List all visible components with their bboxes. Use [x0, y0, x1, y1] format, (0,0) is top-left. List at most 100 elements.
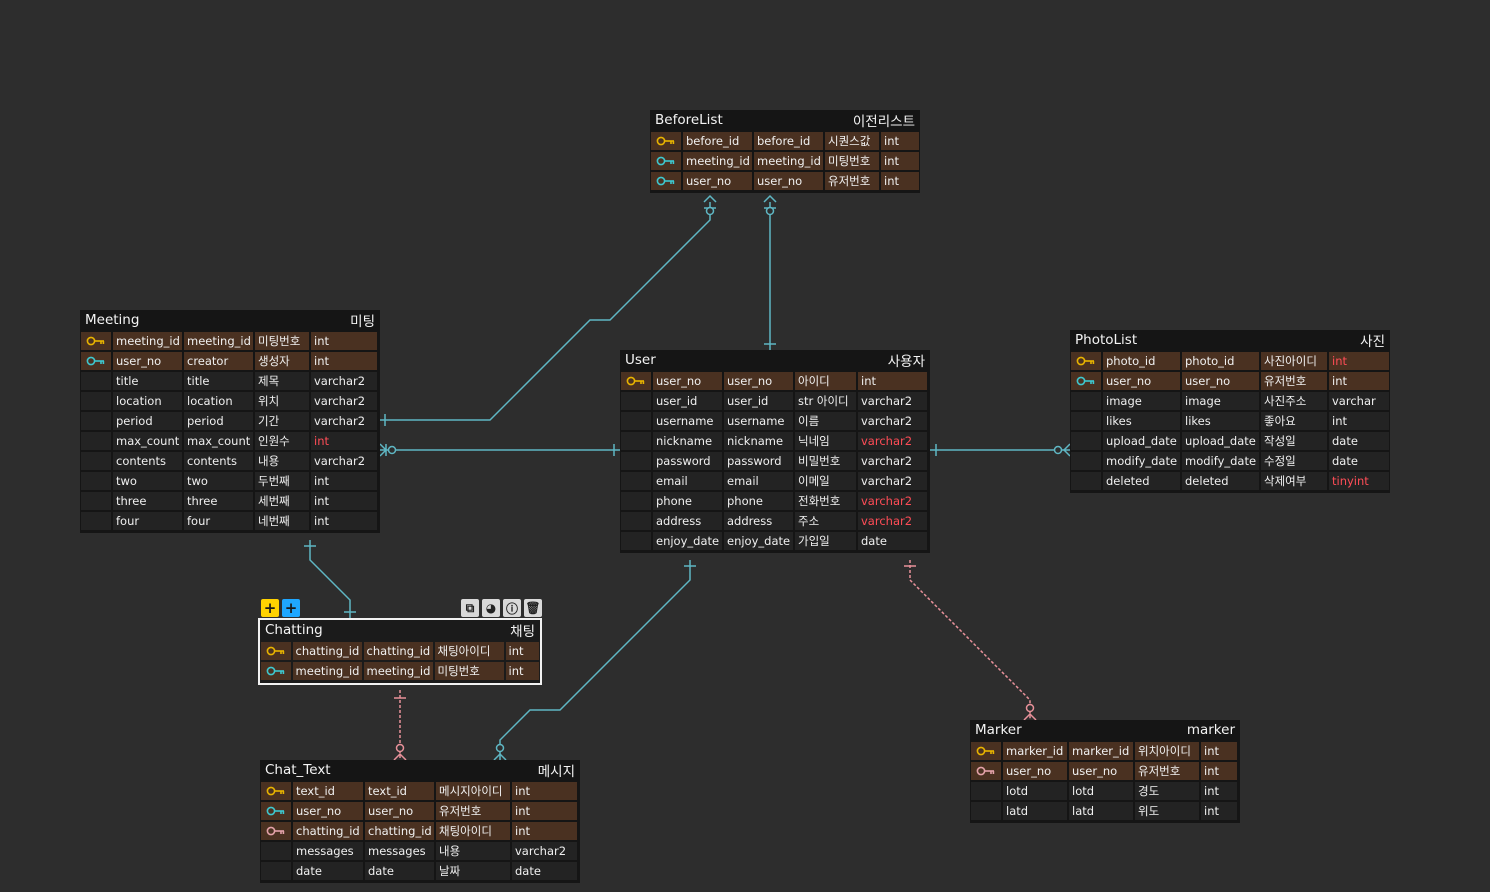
column-logical-name[interactable]: meeting_id — [363, 662, 433, 680]
column-row[interactable]: period period 기간 varchar2 — [81, 412, 379, 430]
column-row[interactable]: two two 두번째 int — [81, 472, 379, 490]
table-comment[interactable]: 미팅 — [350, 310, 375, 330]
column-logical-name[interactable]: chatting_id — [363, 642, 433, 660]
column-name[interactable]: meeting_id — [683, 152, 752, 170]
column-logical-name[interactable]: text_id — [365, 782, 434, 800]
column-logical-name[interactable]: email — [724, 472, 793, 490]
column-row[interactable]: chatting_id chatting_id 채팅아이디 int — [261, 822, 579, 840]
column-comment[interactable]: 사진아이디 — [1261, 352, 1327, 370]
column-comment[interactable]: 날짜 — [436, 862, 510, 880]
table-name[interactable]: PhotoList — [1075, 332, 1137, 348]
column-logical-name[interactable]: user_no — [1182, 372, 1259, 390]
column-logical-name[interactable]: max_count — [184, 432, 253, 450]
column-comment[interactable]: 유저번호 — [436, 802, 510, 820]
table-marker[interactable]: Marker marker marker_id marker_id 위치아이디 int us… — [970, 720, 1240, 823]
column-row[interactable]: deleted deleted 삭제여부 tinyint — [1071, 472, 1389, 490]
column-type[interactable]: int — [311, 432, 377, 450]
column-name[interactable]: username — [653, 412, 722, 430]
table-header[interactable]: BeforeList 이전리스트 — [651, 110, 919, 130]
column-name[interactable]: latd — [1003, 802, 1067, 820]
column-logical-name[interactable]: four — [184, 512, 253, 530]
column-row[interactable]: max_count max_count 인원수 int — [81, 432, 379, 450]
column-comment[interactable]: 닉네임 — [795, 432, 856, 450]
column-logical-name[interactable]: three — [184, 492, 253, 510]
column-logical-name[interactable]: location — [184, 392, 253, 410]
column-name[interactable]: contents — [113, 452, 182, 470]
column-comment[interactable]: 세번째 — [255, 492, 309, 510]
column-name[interactable]: upload_date — [1103, 432, 1180, 450]
column-comment[interactable]: 내용 — [255, 452, 309, 470]
table-meeting[interactable]: Meeting 미팅 meeting_id meeting_id 미팅번호 int user… — [80, 310, 380, 533]
column-comment[interactable]: 유저번호 — [1135, 762, 1199, 780]
column-logical-name[interactable]: user_no — [724, 372, 793, 390]
column-comment[interactable]: 미팅번호 — [434, 662, 504, 680]
add-column-button[interactable]: + — [261, 599, 279, 617]
column-comment[interactable]: 채팅아이디 — [434, 642, 504, 660]
table-comment[interactable]: marker — [1187, 722, 1235, 738]
column-row[interactable]: meeting_id meeting_id 미팅번호 int — [81, 332, 379, 350]
table-comment[interactable]: 이전리스트 — [853, 110, 915, 130]
column-type[interactable]: varchar2 — [858, 472, 927, 490]
column-name[interactable]: user_no — [1003, 762, 1067, 780]
column-logical-name[interactable]: upload_date — [1182, 432, 1259, 450]
column-comment[interactable]: 미팅번호 — [255, 332, 309, 350]
column-row[interactable]: three three 세번째 int — [81, 492, 379, 510]
column-type[interactable]: int — [311, 332, 377, 350]
column-name[interactable]: marker_id — [1003, 742, 1067, 760]
column-type[interactable]: varchar2 — [858, 392, 927, 410]
column-logical-name[interactable]: modify_date — [1182, 452, 1259, 470]
table-header[interactable]: Chat_Text 메시지 — [261, 760, 579, 780]
column-type[interactable]: varchar2 — [311, 412, 377, 430]
column-comment[interactable]: 아이디 — [795, 372, 856, 390]
column-logical-name[interactable]: phone — [724, 492, 793, 510]
column-comment[interactable]: 경도 — [1135, 782, 1199, 800]
column-row[interactable]: upload_date upload_date 작성일 date — [1071, 432, 1389, 450]
column-logical-name[interactable]: title — [184, 372, 253, 390]
column-name[interactable]: user_no — [683, 172, 752, 190]
column-name[interactable]: period — [113, 412, 182, 430]
column-logical-name[interactable]: enjoy_date — [724, 532, 793, 550]
column-row[interactable]: messages messages 내용 varchar2 — [261, 842, 579, 860]
column-logical-name[interactable]: photo_id — [1182, 352, 1259, 370]
table-header[interactable]: Chatting 채팅 — [261, 620, 539, 640]
column-row[interactable]: marker_id marker_id 위치아이디 int — [971, 742, 1239, 760]
column-row[interactable]: date date 날짜 date — [261, 862, 579, 880]
column-name[interactable]: deleted — [1103, 472, 1180, 490]
column-row[interactable]: image image 사진주소 varchar — [1071, 392, 1389, 410]
column-comment[interactable]: 수정일 — [1261, 452, 1327, 470]
column-type[interactable]: int — [1201, 802, 1237, 820]
column-comment[interactable]: 시퀀스값 — [825, 132, 879, 150]
column-row[interactable]: meeting_id meeting_id 미팅번호 int — [261, 662, 540, 680]
column-row[interactable]: meeting_id meeting_id 미팅번호 int — [651, 152, 919, 170]
column-type[interactable]: int — [311, 472, 377, 490]
column-comment[interactable]: 유저번호 — [825, 172, 879, 190]
erd-canvas[interactable]: + + ⧉ ◕ ⓘ 🗑 BeforeList 이전리스트 before_id befo… — [0, 0, 1490, 892]
table-comment[interactable]: 메시지 — [538, 760, 575, 780]
column-logical-name[interactable]: likes — [1182, 412, 1259, 430]
column-row[interactable]: user_no user_no 아이디 int — [621, 372, 929, 390]
column-logical-name[interactable]: deleted — [1182, 472, 1259, 490]
table-name[interactable]: User — [625, 352, 656, 368]
column-row[interactable]: user_no user_no 유저번호 int — [1071, 372, 1389, 390]
column-comment[interactable]: 두번째 — [255, 472, 309, 490]
column-comment[interactable]: str 아이디 — [795, 392, 856, 410]
column-type[interactable]: int — [512, 782, 577, 800]
column-logical-name[interactable]: nickname — [724, 432, 793, 450]
info-icon[interactable]: ⓘ — [503, 599, 521, 617]
column-type[interactable]: varchar2 — [858, 512, 927, 530]
column-name[interactable]: four — [113, 512, 182, 530]
column-logical-name[interactable]: user_no — [365, 802, 434, 820]
column-comment[interactable]: 네번째 — [255, 512, 309, 530]
column-type[interactable]: varchar2 — [512, 842, 577, 860]
table-name[interactable]: Chatting — [265, 622, 323, 638]
add-index-button[interactable]: + — [282, 599, 300, 617]
column-type[interactable]: varchar2 — [858, 492, 927, 510]
column-logical-name[interactable]: lotd — [1069, 782, 1133, 800]
column-row[interactable]: user_no user_no 유저번호 int — [971, 762, 1239, 780]
column-name[interactable]: chatting_id — [292, 642, 362, 660]
column-row[interactable]: photo_id photo_id 사진아이디 int — [1071, 352, 1389, 370]
table-header[interactable]: Meeting 미팅 — [81, 310, 379, 330]
table-beforelist[interactable]: BeforeList 이전리스트 before_id before_id 시퀀스값 int… — [650, 110, 920, 193]
column-name[interactable]: password — [653, 452, 722, 470]
table-user[interactable]: User 사용자 user_no user_no 아이디 int user_id user_i… — [620, 350, 930, 553]
